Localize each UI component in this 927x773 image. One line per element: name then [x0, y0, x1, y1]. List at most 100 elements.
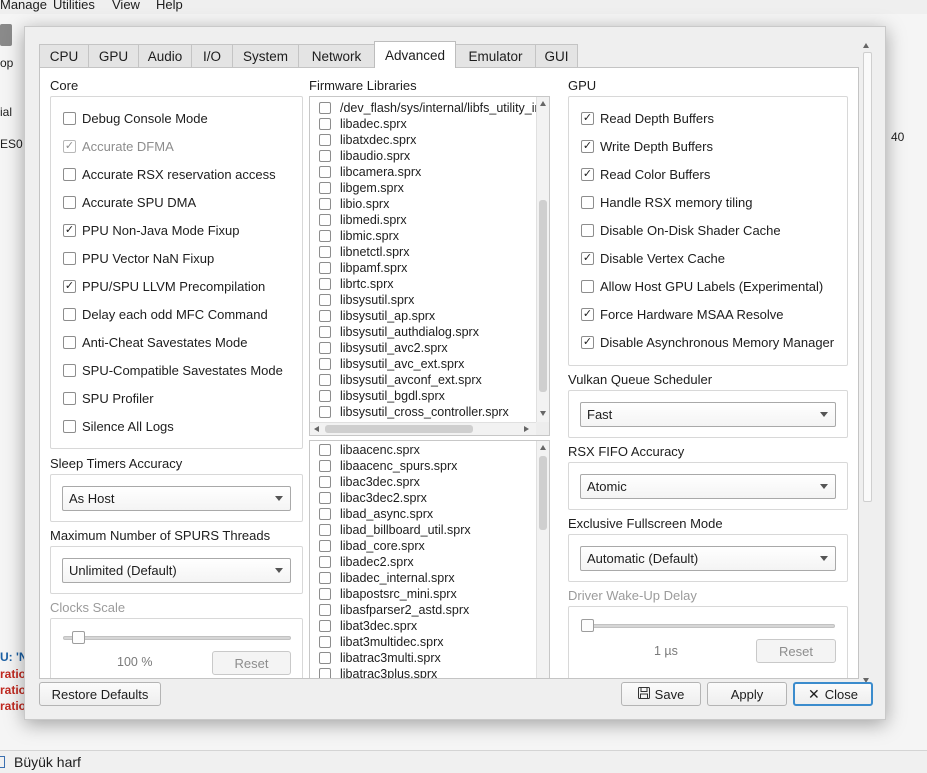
wakeup-delay-slider-track[interactable]	[581, 624, 835, 628]
apply-button[interactable]: Apply	[707, 682, 787, 706]
tab-system[interactable]: System	[232, 44, 299, 68]
firmware-list-item[interactable]: libmedi.sprx	[310, 212, 536, 228]
menu-manage[interactable]: Manage	[0, 0, 47, 12]
checkbox-box[interactable]	[63, 251, 76, 265]
checkbox-box[interactable]	[319, 230, 331, 242]
checkbox-debug-console-mode[interactable]: Debug Console Mode	[63, 109, 208, 127]
checkbox-box[interactable]	[319, 476, 331, 488]
checkbox-box[interactable]	[319, 444, 331, 456]
firmware-list-item[interactable]: libcamera.sprx	[310, 164, 536, 180]
checkbox-box[interactable]	[63, 335, 76, 349]
firmware-list-item[interactable]: libsysutil_cross_controller.sprx	[310, 404, 536, 420]
checkbox-box[interactable]	[63, 391, 76, 405]
firmware-list-item[interactable]: libadec2.sprx	[310, 554, 536, 570]
checkbox-read-color-buffers[interactable]: ✓ Read Color Buffers	[581, 165, 710, 183]
firmware-list-item[interactable]: libmic.sprx	[310, 228, 536, 244]
checkbox-box[interactable]	[63, 307, 76, 321]
checkbox-disable-shader-cache[interactable]: Disable On-Disk Shader Cache	[581, 221, 781, 239]
firmware-list-item[interactable]: libadec.sprx	[310, 116, 536, 132]
checkbox-disable-vertex-cache[interactable]: ✓ Disable Vertex Cache	[581, 249, 725, 267]
scroll-right-icon[interactable]	[524, 426, 529, 432]
checkbox-box[interactable]	[63, 419, 76, 433]
checkbox-box[interactable]	[63, 195, 76, 209]
firmware-list-item[interactable]: libsysutil_bgdl.sprx	[310, 388, 536, 404]
checkbox-box[interactable]: ✓	[581, 251, 594, 265]
checkbox-box[interactable]	[319, 620, 331, 632]
rsx-fifo-select[interactable]: Atomic	[580, 474, 836, 499]
firmware-list-item[interactable]: libaacenc_spurs.sprx	[310, 458, 536, 474]
checkbox-box[interactable]	[319, 294, 331, 306]
firmware-list-item[interactable]: libsysutil_ap.sprx	[310, 308, 536, 324]
checkbox-box[interactable]: ✓	[581, 335, 594, 349]
firmware-list-item[interactable]: libac3dec.sprx	[310, 474, 536, 490]
checkbox-box[interactable]	[319, 374, 331, 386]
firmware-list-1-vscroll[interactable]	[536, 97, 549, 422]
firmware-list-item[interactable]: libadec_internal.sprx	[310, 570, 536, 586]
clocks-scale-slider-track[interactable]	[63, 636, 291, 640]
checkbox-ppu-non-java-fixup[interactable]: ✓ PPU Non-Java Mode Fixup	[63, 221, 240, 239]
checkbox-spu-compatible-savestates[interactable]: SPU-Compatible Savestates Mode	[63, 361, 283, 379]
firmware-list-item[interactable]: libaacenc.sprx	[310, 442, 536, 458]
checkbox-box[interactable]	[319, 508, 331, 520]
firmware-list-item[interactable]: libac3dec2.sprx	[310, 490, 536, 506]
firmware-list-1-hthumb[interactable]	[325, 425, 473, 433]
checkbox-box[interactable]	[319, 166, 331, 178]
tab-network[interactable]: Network	[298, 44, 375, 68]
scroll-up-icon[interactable]	[540, 101, 546, 106]
checkbox-box[interactable]	[319, 182, 331, 194]
firmware-list-item[interactable]: libatrac3plus.sprx	[310, 666, 536, 678]
firmware-list-item[interactable]: libsysutil_authdialog.sprx	[310, 324, 536, 340]
checkbox-box[interactable]	[319, 652, 331, 664]
checkbox-box[interactable]: ✓	[63, 223, 76, 237]
checkbox-box[interactable]	[319, 390, 331, 402]
sleep-timers-select[interactable]: As Host	[62, 486, 291, 511]
checkbox-accurate-spu-dma[interactable]: Accurate SPU DMA	[63, 193, 196, 211]
clocks-scale-slider-handle[interactable]	[71, 631, 85, 644]
firmware-list-1-hscroll[interactable]	[310, 422, 536, 435]
checkbox-box[interactable]	[319, 118, 331, 130]
checkbox-spu-profiler[interactable]: SPU Profiler	[63, 389, 154, 407]
checkbox-box[interactable]	[63, 363, 76, 377]
firmware-list-item[interactable]: libad_async.sprx	[310, 506, 536, 522]
firmware-list-2-vthumb[interactable]	[539, 456, 547, 530]
checkbox-box[interactable]	[319, 262, 331, 274]
spurs-threads-select[interactable]: Unlimited (Default)	[62, 558, 291, 583]
firmware-list-item[interactable]: libsysutil_avc2.sprx	[310, 340, 536, 356]
firmware-list-item[interactable]: /dev_flash/sys/internal/libfs_utility_in…	[310, 100, 536, 116]
scroll-down-icon[interactable]	[540, 411, 546, 416]
firmware-list-item[interactable]: libgem.sprx	[310, 180, 536, 196]
checkbox-box[interactable]: ✓	[581, 139, 594, 153]
menu-view[interactable]: View	[112, 0, 140, 12]
fullscreen-mode-select[interactable]: Automatic (Default)	[580, 546, 836, 571]
firmware-list-item[interactable]: libsysutil_avconf_ext.sprx	[310, 372, 536, 388]
tab-gpu[interactable]: GPU	[88, 44, 139, 68]
checkbox-force-msaa-resolve[interactable]: ✓ Force Hardware MSAA Resolve	[581, 305, 784, 323]
checkbox-disable-async-memory-manager[interactable]: ✓ Disable Asynchronous Memory Manager	[581, 333, 834, 351]
checkbox-box[interactable]	[319, 636, 331, 648]
checkbox-box[interactable]	[319, 492, 331, 504]
checkbox-delay-odd-mfc[interactable]: Delay each odd MFC Command	[63, 305, 268, 323]
tab-io[interactable]: I/O	[191, 44, 233, 68]
checkbox-accurate-rsx-reservation[interactable]: Accurate RSX reservation access	[63, 165, 276, 183]
firmware-list-item[interactable]: libsysutil_avc_ext.sprx	[310, 356, 536, 372]
save-button[interactable]: Save	[621, 682, 701, 706]
checkbox-box[interactable]	[319, 246, 331, 258]
firmware-list-item[interactable]: libasfparser2_astd.sprx	[310, 602, 536, 618]
checkbox-ppu-vector-nan-fixup[interactable]: PPU Vector NaN Fixup	[63, 249, 214, 267]
checkbox-box[interactable]	[319, 150, 331, 162]
checkbox-box[interactable]	[319, 588, 331, 600]
firmware-list-item[interactable]: libat3dec.sprx	[310, 618, 536, 634]
checkbox-box[interactable]	[319, 406, 331, 418]
scroll-left-icon[interactable]	[314, 426, 319, 432]
checkbox-box[interactable]	[319, 358, 331, 370]
firmware-list-item[interactable]: libad_core.sprx	[310, 538, 536, 554]
pane-vscroll[interactable]	[859, 38, 875, 683]
tab-cpu[interactable]: CPU	[39, 44, 89, 68]
checkbox-read-depth-buffers[interactable]: ✓ Read Depth Buffers	[581, 109, 714, 127]
scroll-up-icon[interactable]	[863, 43, 869, 48]
checkbox-box[interactable]	[319, 524, 331, 536]
firmware-list-item[interactable]: libio.sprx	[310, 196, 536, 212]
checkbox-write-depth-buffers[interactable]: ✓ Write Depth Buffers	[581, 137, 713, 155]
firmware-list-item[interactable]: libpamf.sprx	[310, 260, 536, 276]
checkbox-box[interactable]	[319, 214, 331, 226]
